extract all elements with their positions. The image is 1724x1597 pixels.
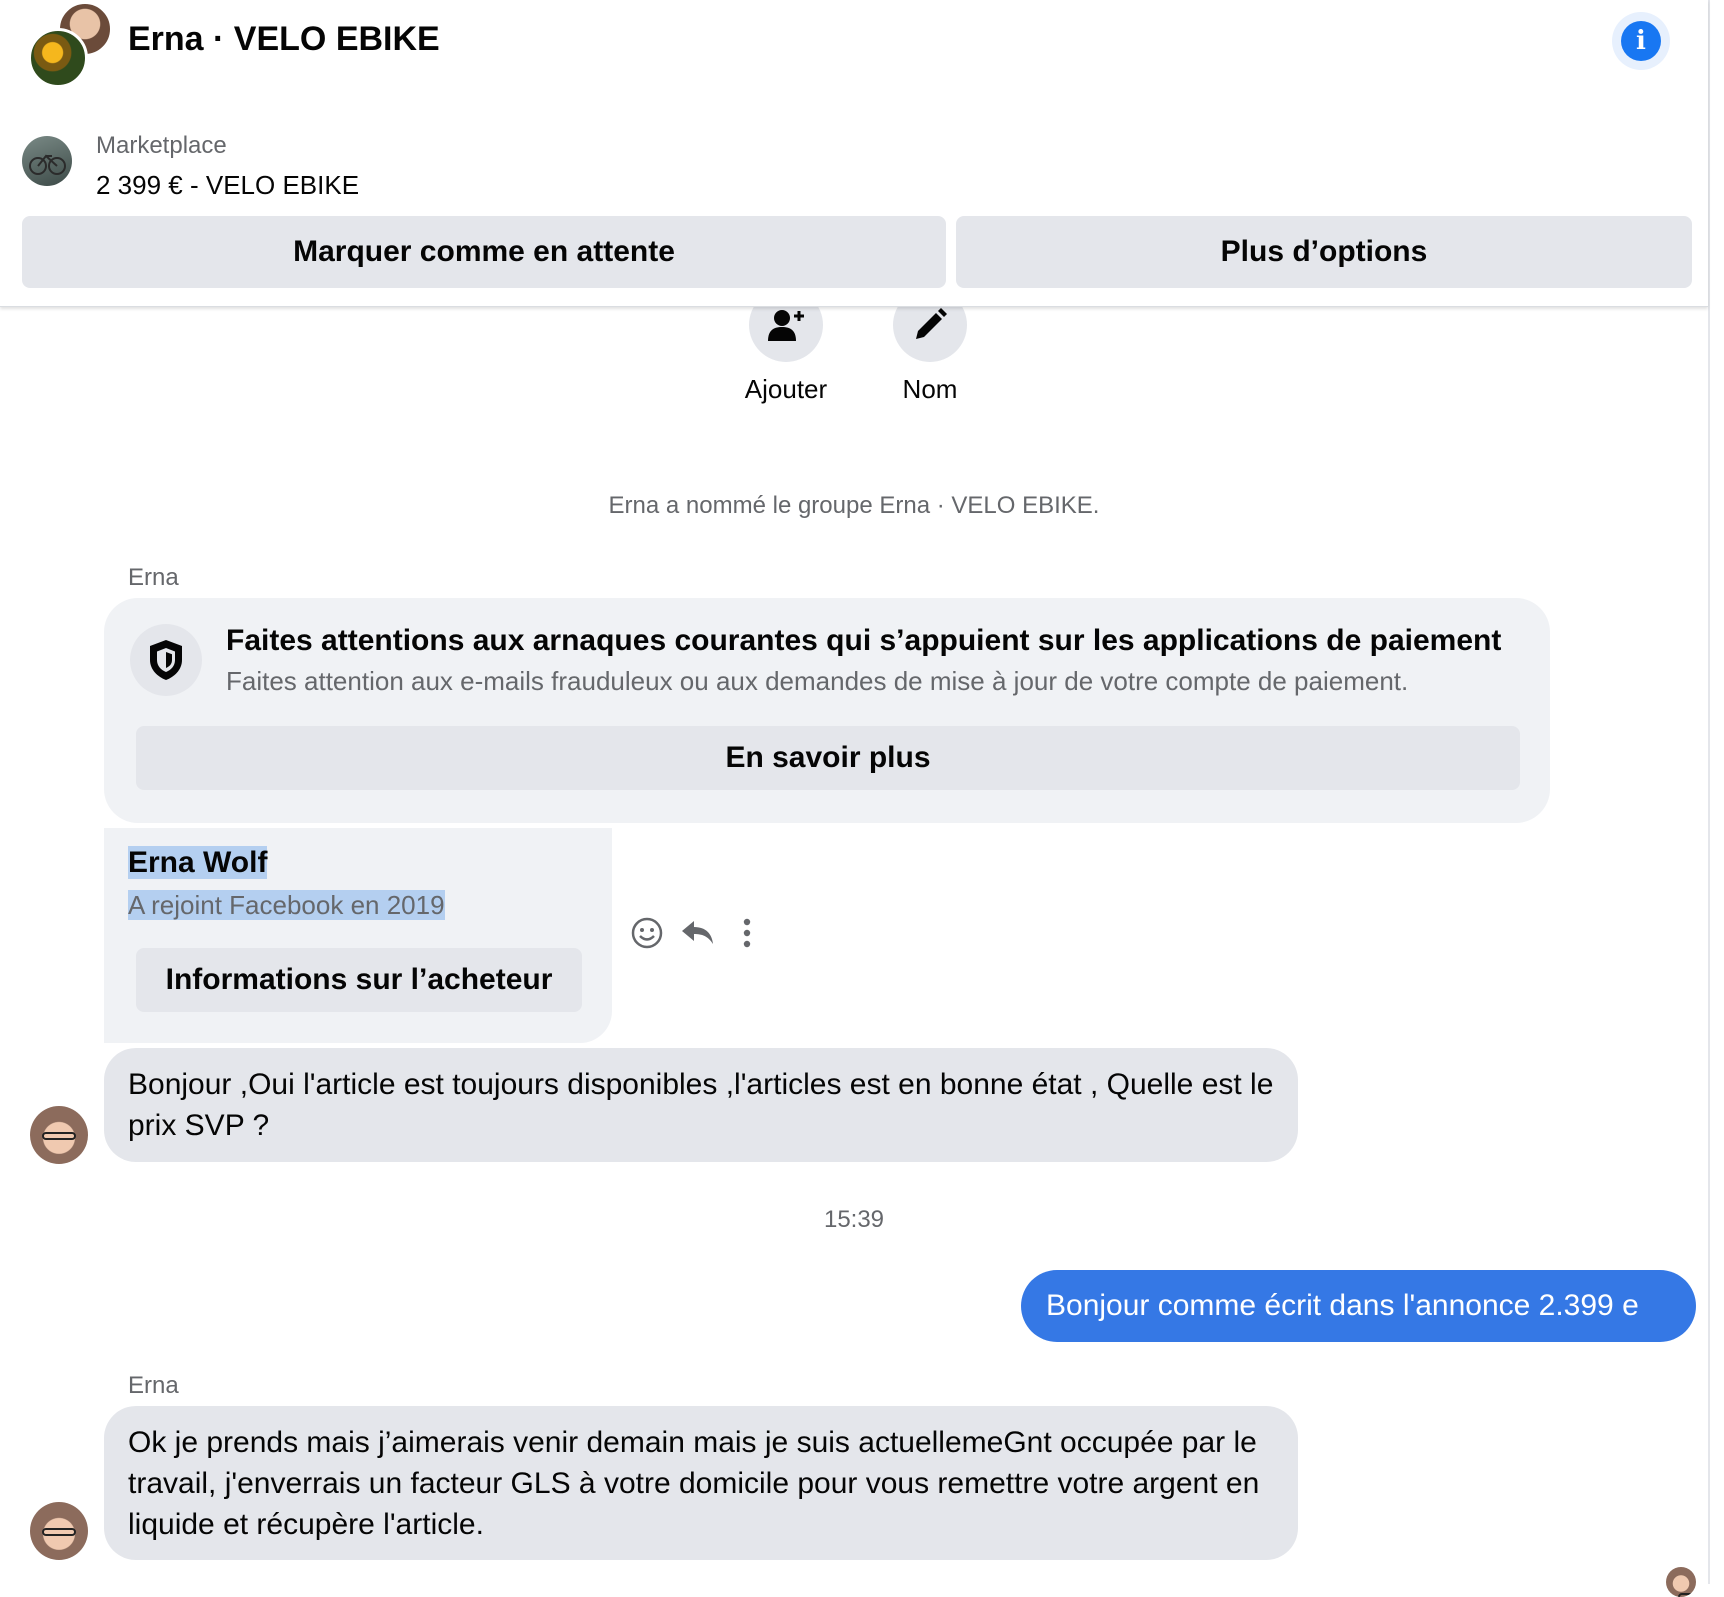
listing-title[interactable]: 2 399 € - VELO EBIKE [96,170,359,201]
reply-icon[interactable] [680,918,716,948]
sender-name: Erna [128,1372,179,1399]
learn-more-button[interactable]: En savoir plus [136,726,1520,790]
conversation-header: Erna · VELO EBIKE i Marketplace 2 399 € … [0,0,1708,307]
bike-icon [29,154,66,175]
conversation-title[interactable]: Erna · VELO EBIKE [128,20,440,59]
buyer-info-card: Erna Wolf A rejoint Facebook en 2019 Inf… [104,828,612,1043]
avatar[interactable] [30,1502,88,1560]
shield-badge [130,624,202,696]
rename-label: Nom [902,374,958,404]
add-person-icon [768,310,804,341]
system-message: Erna a nommé le groupe Erna · VELO EBIKE… [608,492,1100,519]
more-options-button[interactable]: Plus d’options [956,216,1692,288]
avatar [28,28,88,88]
info-button[interactable]: i [1612,12,1670,70]
buyer-joined: A rejoint Facebook en 2019 [128,890,445,920]
pencil-icon [916,308,947,339]
warning-title: Faites attentions aux arnaques courantes… [226,624,1502,657]
add-member-label: Ajouter [744,374,828,404]
message-bubble[interactable]: Ok je prends mais j’aimerais venir demai… [104,1406,1298,1560]
marketplace-label: Marketplace [96,132,227,159]
emoji-icon[interactable] [630,916,664,950]
listing-thumbnail[interactable] [22,136,72,186]
seen-avatar [1666,1567,1696,1597]
sender-name: Erna [128,564,179,591]
message-actions [630,916,762,950]
panel-border [1708,0,1710,1584]
buyer-info-button[interactable]: Informations sur l’acheteur [136,948,582,1012]
mark-pending-button[interactable]: Marquer comme en attente [22,216,946,288]
scam-warning-card: Faites attentions aux arnaques courantes… [104,598,1550,823]
my-message-bubble[interactable]: Bonjour comme écrit dans l'annonce 2.399… [1021,1270,1696,1342]
more-icon[interactable] [732,916,762,950]
buyer-name[interactable]: Erna Wolf [128,846,268,880]
timestamp: 15:39 [823,1206,885,1233]
info-icon: i [1621,21,1661,61]
message-bubble[interactable]: Bonjour ,Oui l'article est toujours disp… [104,1048,1298,1162]
avatar[interactable] [30,1106,88,1164]
group-avatar[interactable] [28,2,118,88]
shield-icon [150,640,182,680]
warning-subtitle: Faites attention aux e-mails frauduleux … [226,666,1409,696]
